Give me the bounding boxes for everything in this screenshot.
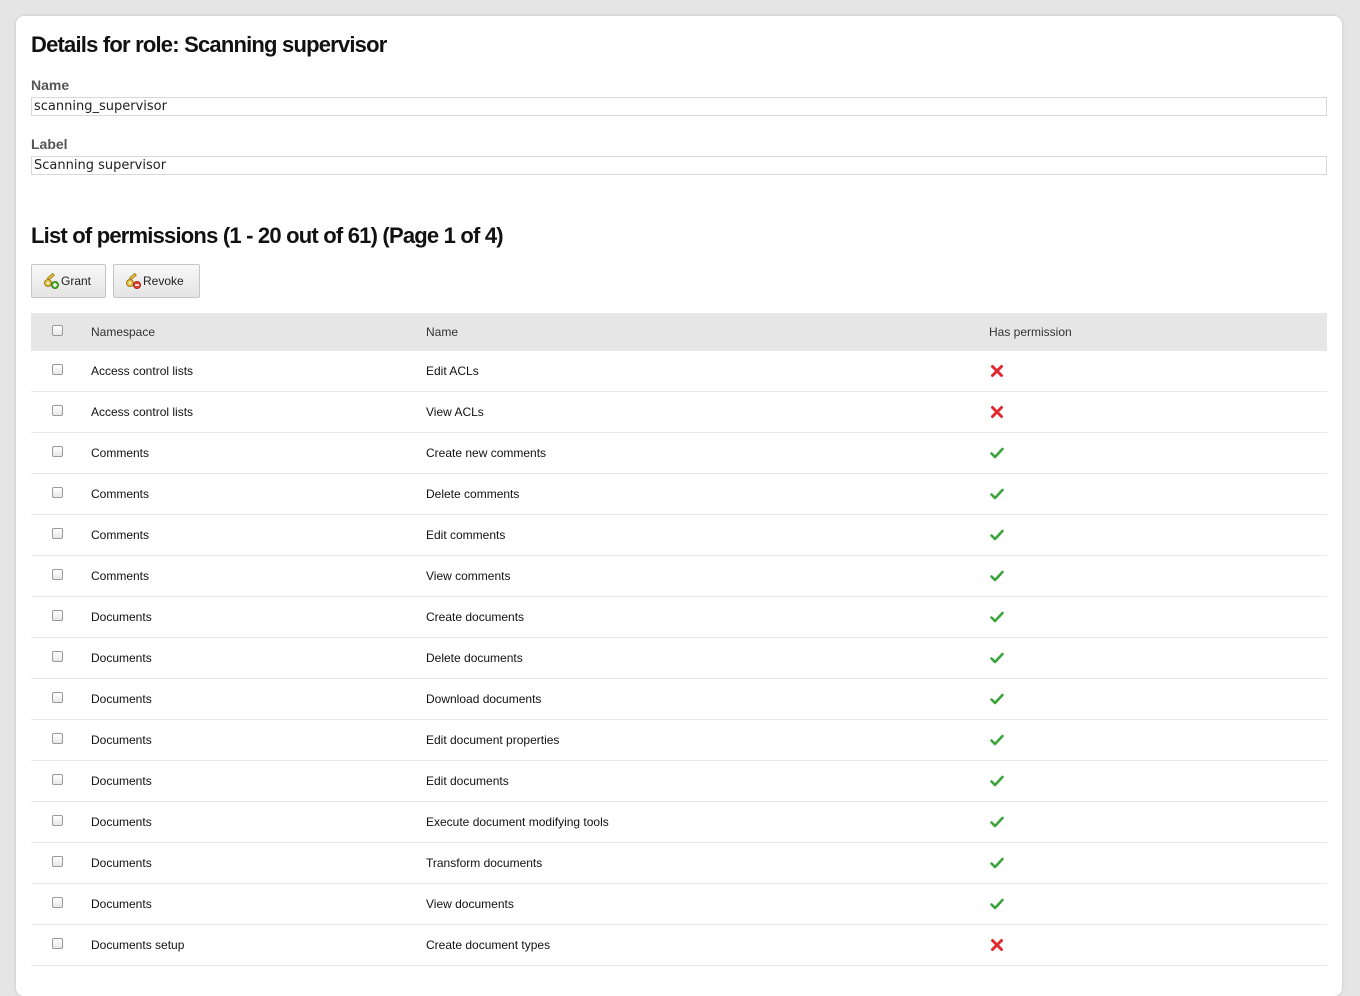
- row-checkbox[interactable]: [52, 896, 63, 908]
- grant-button-label: Grant: [61, 274, 92, 288]
- cell-name: Download documents: [426, 692, 542, 706]
- cell-name: Transform documents: [426, 856, 543, 870]
- cell-namespace: Documents setup: [91, 938, 185, 952]
- table-header: Namespace Name Has permission: [31, 313, 1327, 351]
- cell-name: View comments: [426, 569, 511, 583]
- checkmark-icon: [989, 773, 1005, 789]
- table-row: Documents Execute document modifying tool…: [31, 802, 1327, 843]
- table-row: Documents Edit documents: [31, 761, 1327, 802]
- cell-name: Execute document modifying tools: [426, 815, 609, 829]
- row-checkbox[interactable]: [52, 691, 63, 703]
- row-checkbox[interactable]: [52, 650, 63, 662]
- select-all-checkbox[interactable]: [52, 324, 63, 336]
- permissions-list-title: List of permissions (1 - 20 out of 61) (…: [31, 223, 504, 248]
- checkmark-icon: [989, 855, 1005, 871]
- cell-name: Edit document properties: [426, 733, 560, 747]
- column-header-namespace[interactable]: Namespace: [91, 313, 155, 351]
- cell-name: Edit documents: [426, 774, 509, 788]
- row-checkbox[interactable]: [52, 773, 63, 785]
- cell-name: View documents: [426, 897, 514, 911]
- page-title: Details for role: Scanning supervisor: [31, 32, 387, 57]
- cell-namespace: Comments: [91, 528, 150, 542]
- cell-namespace: Documents: [91, 815, 152, 829]
- cell-name: Delete comments: [426, 487, 520, 501]
- table-row: Comments Edit comments: [31, 515, 1327, 556]
- table-row: Documents Delete documents: [31, 638, 1327, 679]
- cross-icon: [989, 404, 1005, 420]
- cell-namespace: Documents: [91, 610, 152, 624]
- cell-namespace: Documents: [91, 897, 152, 911]
- table-row: Documents View documents: [31, 884, 1327, 925]
- table-body: Access control lists Edit ACLs Access cont…: [31, 351, 1327, 966]
- name-field-label: Name: [31, 77, 70, 93]
- table-row: Access control lists View ACLs: [31, 392, 1327, 433]
- cell-namespace: Access control lists: [91, 405, 194, 419]
- table-row: Documents Create documents: [31, 597, 1327, 638]
- key-add-icon: [42, 272, 60, 290]
- column-header-name[interactable]: Name: [426, 313, 458, 351]
- row-checkbox[interactable]: [52, 527, 63, 539]
- column-header-has-permission[interactable]: Has permission: [989, 313, 1072, 351]
- cell-name: Edit ACLs: [426, 364, 479, 378]
- cell-name: Edit comments: [426, 528, 506, 542]
- table-row: Documents Edit document properties: [31, 720, 1327, 761]
- cross-icon: [989, 363, 1005, 379]
- table-row: Comments Create new comments: [31, 433, 1327, 474]
- key-delete-icon: [124, 272, 142, 290]
- cell-name: Create document types: [426, 938, 551, 952]
- row-checkbox[interactable]: [52, 568, 63, 580]
- checkmark-icon: [989, 568, 1005, 584]
- cell-namespace: Comments: [91, 446, 150, 460]
- checkmark-icon: [989, 527, 1005, 543]
- cell-name: View ACLs: [426, 405, 484, 419]
- row-checkbox[interactable]: [52, 404, 63, 416]
- table-row: Comments Delete comments: [31, 474, 1327, 515]
- cell-namespace: Comments: [91, 487, 150, 501]
- row-checkbox[interactable]: [52, 445, 63, 457]
- cell-name: Create documents: [426, 610, 525, 624]
- checkmark-icon: [989, 814, 1005, 830]
- table-row: Access control lists Edit ACLs: [31, 351, 1327, 392]
- label-field[interactable]: Scanning supervisor: [31, 156, 1327, 175]
- cell-namespace: Documents: [91, 733, 152, 747]
- revoke-button[interactable]: Revoke: [113, 264, 200, 298]
- cell-name: Create new comments: [426, 446, 547, 460]
- revoke-button-label: Revoke: [143, 274, 184, 288]
- cell-namespace: Documents: [91, 774, 152, 788]
- cell-namespace: Comments: [91, 569, 150, 583]
- row-checkbox[interactable]: [52, 486, 63, 498]
- grant-button[interactable]: Grant: [31, 264, 106, 298]
- table-row: Comments View comments: [31, 556, 1327, 597]
- checkmark-icon: [989, 732, 1005, 748]
- cell-name: Delete documents: [426, 651, 523, 665]
- table-row: Documents Transform documents: [31, 843, 1327, 884]
- cell-namespace: Access control lists: [91, 364, 194, 378]
- checkmark-icon: [989, 896, 1005, 912]
- permissions-table: Namespace Name Has permission Access con…: [31, 313, 1327, 966]
- row-checkbox[interactable]: [52, 732, 63, 744]
- row-checkbox[interactable]: [52, 855, 63, 867]
- table-row: Documents setup Create document types: [31, 925, 1327, 966]
- row-checkbox[interactable]: [52, 814, 63, 826]
- role-details-panel: Details for role: Scanning supervisor Na…: [16, 16, 1342, 996]
- row-checkbox[interactable]: [52, 609, 63, 621]
- checkmark-icon: [989, 650, 1005, 666]
- cross-icon: [989, 937, 1005, 953]
- cell-namespace: Documents: [91, 692, 152, 706]
- name-field[interactable]: scanning_supervisor: [31, 97, 1327, 116]
- checkmark-icon: [989, 445, 1005, 461]
- row-checkbox[interactable]: [52, 937, 63, 949]
- row-checkbox[interactable]: [52, 363, 63, 375]
- checkmark-icon: [989, 486, 1005, 502]
- table-row: Documents Download documents: [31, 679, 1327, 720]
- label-field-label: Label: [31, 136, 68, 152]
- checkmark-icon: [989, 609, 1005, 625]
- cell-namespace: Documents: [91, 856, 152, 870]
- checkmark-icon: [989, 691, 1005, 707]
- cell-namespace: Documents: [91, 651, 152, 665]
